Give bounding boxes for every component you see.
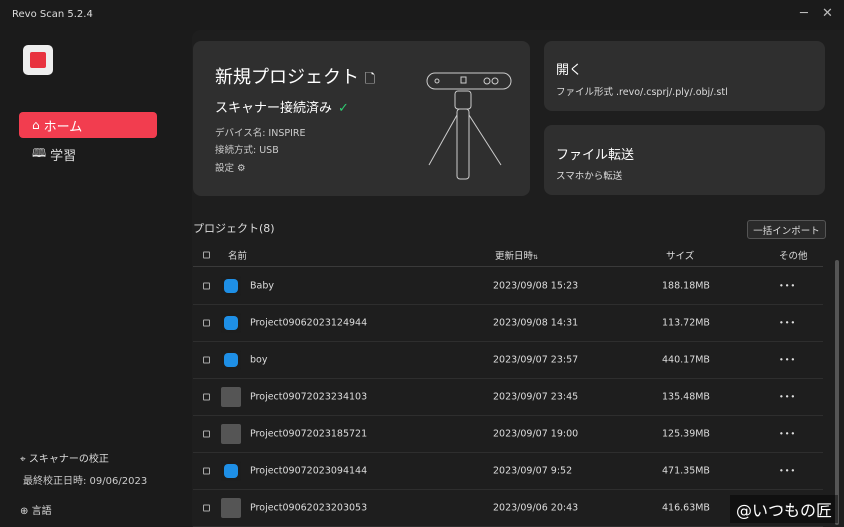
language-label: 言語: [31, 506, 52, 517]
project-size: 113.72MB: [662, 317, 710, 329]
scanner-status: スキャナー接続済み: [215, 101, 333, 116]
device-name: デバイス名: INSPIRE: [215, 128, 306, 139]
table-row[interactable]: Project09072023094144 2023/09/07 9:52 47…: [193, 453, 823, 490]
project-name: Baby: [250, 280, 274, 292]
settings-label: 設定: [215, 163, 235, 174]
globe-icon: ⊕: [20, 506, 29, 517]
sidebar-item-label: ホーム: [43, 119, 83, 135]
bulk-import-button[interactable]: 一括インポート: [747, 220, 826, 239]
scanner-illustration: [426, 72, 512, 180]
col-other: その他: [779, 251, 808, 262]
more-options-button[interactable]: •••: [779, 430, 796, 439]
transfer-title: ファイル転送: [556, 148, 635, 163]
open-formats: ファイル形式 .revo/.csprj/.ply/.obj/.stl: [556, 87, 728, 98]
scrollbar[interactable]: [835, 260, 839, 525]
close-button[interactable]: ✕: [822, 6, 833, 21]
file-transfer-card[interactable]: ファイル転送 スマホから転送: [544, 125, 825, 195]
table-row[interactable]: boy 2023/09/07 23:57 440.17MB •••: [193, 342, 823, 379]
transfer-subtitle: スマホから転送: [556, 171, 623, 182]
project-updated: 2023/09/07 23:45: [493, 391, 579, 403]
minimize-button[interactable]: ─: [800, 6, 808, 21]
connection-type: 接続方式: USB: [215, 145, 279, 156]
project-thumbnail: [221, 498, 241, 518]
project-updated: 2023/09/06 20:43: [493, 502, 579, 514]
project-name: Project09062023124944: [250, 317, 368, 329]
project-name: boy: [250, 354, 268, 366]
sidebar-item-label: 学習: [50, 148, 77, 164]
col-size[interactable]: サイズ: [666, 248, 694, 262]
more-options-button[interactable]: •••: [779, 467, 796, 476]
project-size: 440.17MB: [662, 354, 710, 366]
crosshair-icon: ⌖: [20, 454, 26, 465]
projects-title: プロジェクト(8): [193, 222, 275, 235]
new-file-icon: 🗋: [364, 72, 376, 87]
project-size: 135.48MB: [662, 391, 710, 403]
new-project-title: 新規プロジェクト: [215, 67, 359, 88]
table-row[interactable]: Project09072023234103 2023/09/07 23:45 1…: [193, 379, 823, 416]
project-thumbnail: [221, 461, 241, 481]
project-updated: 2023/09/07 19:00: [493, 428, 579, 440]
table-header: 名前 更新日時⇅ サイズ その他: [193, 244, 823, 267]
open-title: 開く: [556, 63, 583, 78]
project-size: 125.39MB: [662, 428, 710, 440]
check-icon: ✓: [338, 101, 349, 116]
new-project-card[interactable]: 新規プロジェクト 🗋 スキャナー接続済み ✓ デバイス名: INSPIRE 接続方…: [193, 41, 530, 196]
more-options-button[interactable]: •••: [779, 319, 796, 328]
calibration-label: スキャナーの校正: [28, 454, 109, 465]
open-card[interactable]: 開く ファイル形式 .revo/.csprj/.ply/.obj/.stl: [544, 41, 825, 111]
project-updated: 2023/09/07 23:57: [493, 354, 579, 366]
table-row[interactable]: Baby 2023/09/08 15:23 188.18MB •••: [193, 268, 823, 305]
sort-icon: ⇅: [533, 254, 539, 261]
project-updated: 2023/09/08 14:31: [493, 317, 579, 329]
last-calibration: 最終校正日時: 09/06/2023: [23, 476, 148, 487]
project-updated: 2023/09/07 9:52: [493, 465, 573, 477]
project-name: Project09062023203053: [250, 502, 368, 514]
row-checkbox[interactable]: [203, 430, 210, 438]
project-size: 471.35MB: [662, 465, 710, 477]
col-updated[interactable]: 更新日時⇅: [495, 248, 538, 262]
select-all-checkbox[interactable]: [203, 251, 210, 259]
project-name: Project09072023094144: [250, 465, 368, 477]
more-options-button[interactable]: •••: [779, 282, 796, 291]
project-name: Project09072023234103: [250, 391, 368, 403]
project-size: 188.18MB: [662, 280, 710, 292]
row-checkbox[interactable]: [203, 504, 210, 512]
project-thumbnail: [221, 424, 241, 444]
table-row[interactable]: Project09072023185721 2023/09/07 19:00 1…: [193, 416, 823, 453]
project-size: 416.63MB: [662, 502, 710, 514]
more-options-button[interactable]: •••: [779, 356, 796, 365]
table-row[interactable]: Project09062023124944 2023/09/08 14:31 1…: [193, 305, 823, 342]
sidebar-item-learn[interactable]: 🕮 学習: [19, 141, 157, 167]
row-checkbox[interactable]: [203, 393, 210, 401]
settings-link[interactable]: 設定 ⚙: [215, 160, 246, 174]
app-title: Revo Scan 5.2.4: [12, 9, 93, 20]
language-link[interactable]: ⊕ 言語: [20, 502, 52, 517]
sidebar: ⌂ ホーム 🕮 学習 ⌖ スキャナーの校正 最終校正日時: 09/06/2023…: [0, 30, 192, 527]
watermark: @いつもの匠: [729, 495, 838, 523]
project-thumbnail: [221, 350, 241, 370]
row-checkbox[interactable]: [203, 467, 210, 475]
project-updated: 2023/09/08 15:23: [493, 280, 579, 292]
sidebar-item-home[interactable]: ⌂ ホーム: [19, 112, 157, 138]
scanner-calibration-link[interactable]: ⌖ スキャナーの校正: [20, 450, 109, 465]
more-options-button[interactable]: •••: [779, 393, 796, 402]
project-thumbnail: [221, 387, 241, 407]
table-row[interactable]: Project09062023203053 2023/09/06 20:43 4…: [193, 490, 823, 527]
col-updated-label: 更新日時: [495, 251, 534, 262]
title-bar: Revo Scan 5.2.4 ─ ✕: [0, 0, 844, 30]
app-logo: [23, 45, 53, 75]
row-checkbox[interactable]: [203, 356, 210, 364]
row-checkbox[interactable]: [203, 319, 210, 327]
col-name[interactable]: 名前: [228, 248, 247, 262]
home-icon: ⌂: [32, 118, 40, 132]
project-name: Project09072023185721: [250, 428, 368, 440]
gear-icon: ⚙: [237, 163, 246, 174]
project-thumbnail: [221, 276, 241, 296]
main-content: 新規プロジェクト 🗋 スキャナー接続済み ✓ デバイス名: INSPIRE 接続方…: [192, 30, 844, 527]
row-checkbox[interactable]: [203, 282, 210, 290]
book-icon: 🕮: [32, 145, 47, 160]
project-thumbnail: [221, 313, 241, 333]
